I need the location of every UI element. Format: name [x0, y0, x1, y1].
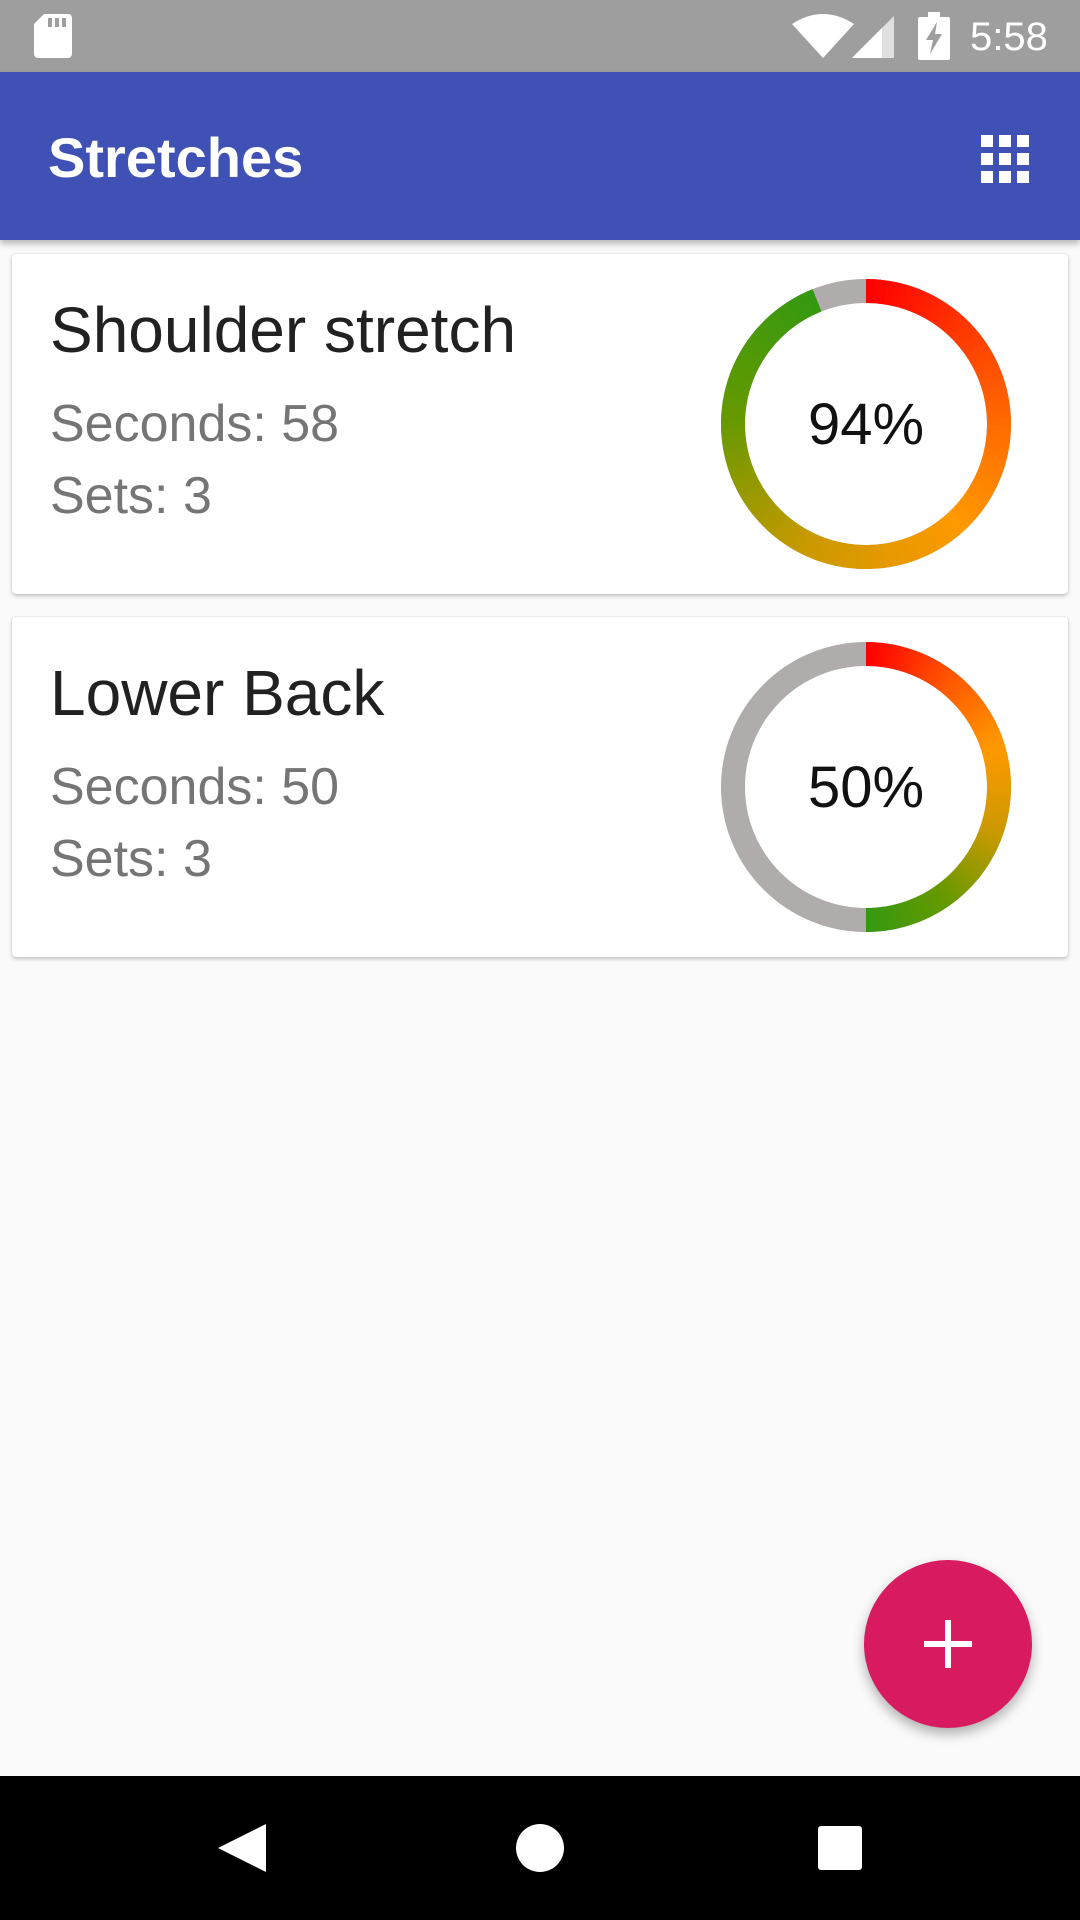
page-title: Stretches — [48, 126, 304, 189]
grid-view-button[interactable] — [970, 124, 1040, 194]
wifi-icon — [792, 14, 854, 58]
plus-icon — [924, 1620, 972, 1668]
back-icon[interactable] — [204, 1812, 276, 1884]
stretch-seconds: Seconds: 58 — [50, 395, 340, 453]
status-bar: 5:58 — [0, 0, 1080, 72]
stretch-card[interactable]: Shoulder stretch Seconds: 58 Sets: 3 94% — [12, 254, 1068, 594]
navigation-bar — [0, 1776, 1080, 1920]
stretch-name: Shoulder stretch — [50, 294, 517, 366]
stretch-name: Lower Back — [50, 657, 385, 729]
screen: 5:58 Stretches Shoulder stretch Seconds:… — [0, 0, 1080, 1920]
recents-icon[interactable] — [804, 1812, 876, 1884]
stretch-seconds: Seconds: 50 — [50, 758, 340, 816]
stretch-card[interactable]: Lower Back Seconds: 50 Sets: 3 50% — [12, 617, 1068, 957]
progress-percent: 50% — [807, 754, 925, 820]
sd-card-icon — [34, 14, 72, 58]
stretch-sets: Sets: 3 — [50, 467, 212, 525]
cell-signal-icon — [852, 16, 894, 58]
app-bar: Stretches — [0, 72, 1080, 240]
battery-charging-icon — [918, 12, 950, 60]
clock: 5:58 — [970, 15, 1048, 59]
grid-icon — [981, 135, 1029, 183]
stretch-sets: Sets: 3 — [50, 830, 212, 888]
progress-percent: 94% — [807, 391, 925, 457]
home-icon[interactable] — [504, 1812, 576, 1884]
add-stretch-button[interactable] — [864, 1560, 1032, 1728]
